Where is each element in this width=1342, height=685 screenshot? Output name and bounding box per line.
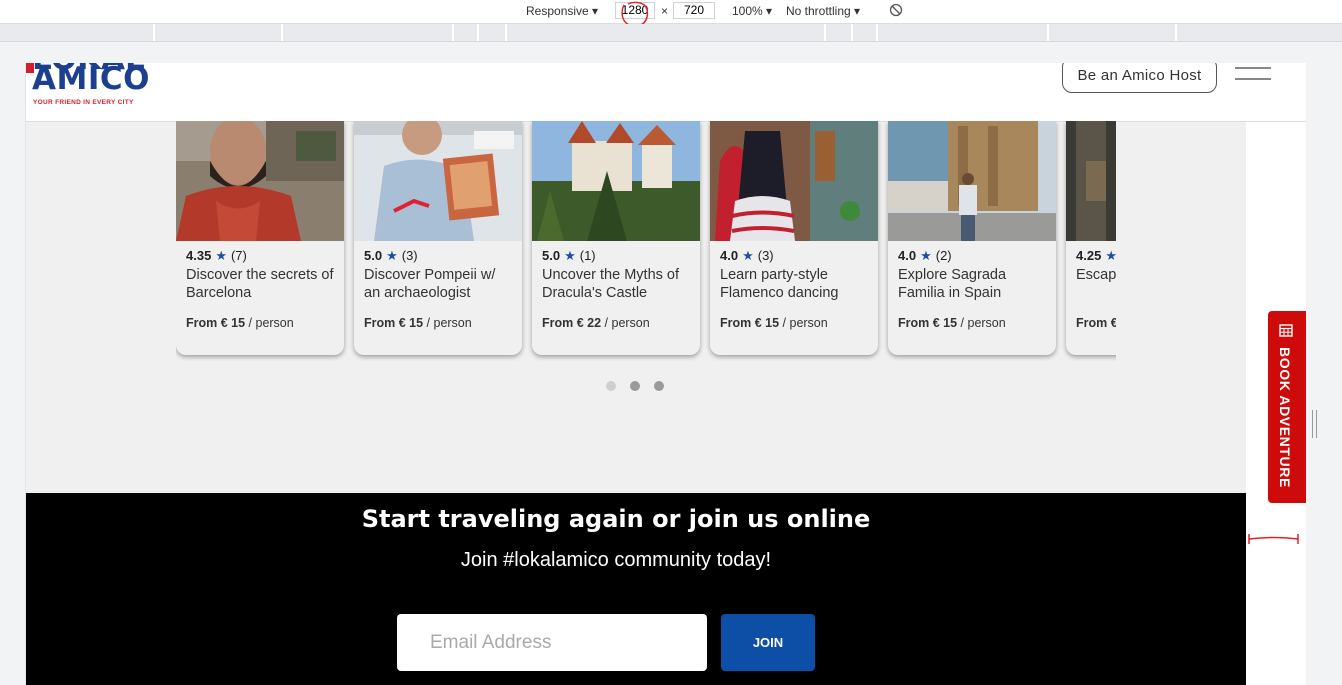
experience-photo: [354, 121, 522, 241]
star-icon: ★: [920, 248, 932, 263]
experience-photo: [710, 121, 878, 241]
media-query-ruler: [0, 24, 1342, 42]
zoom-label: 100%: [732, 4, 763, 18]
throttling-label: No throttling: [786, 4, 851, 18]
hamburger-menu-icon[interactable]: [1235, 67, 1271, 81]
experience-photo: [532, 121, 700, 241]
experience-card[interactable]: 4.25★ Escape Ubud, From €: [1066, 121, 1116, 355]
experience-card[interactable]: 5.0 ★ (1) Uncover the Myths of Dracula's C…: [532, 121, 700, 355]
experience-photo: [1066, 121, 1116, 241]
red-width-annotation: [1248, 534, 1299, 544]
star-icon: ★: [742, 248, 754, 263]
card-title: Learn party-style Flamenco dancing: [720, 267, 839, 301]
card-title: Discover Pompeii w/ an archaeologist: [364, 267, 496, 301]
card-rating: 4.25 ★: [1076, 248, 1116, 263]
carousel-dot[interactable]: [654, 381, 664, 391]
star-icon: ★: [564, 248, 576, 263]
viewport-resize-handle[interactable]: [1312, 410, 1317, 438]
carousel-dot[interactable]: [606, 381, 616, 391]
be-an-amico-host-button[interactable]: Be an Amico Host: [1062, 63, 1217, 93]
devtools-device-toolbar: Responsive ▾ × 100% ▾ No throttling ▾: [0, 0, 1342, 27]
newsletter-subtitle: Join #lokalamico community today!: [460, 549, 772, 571]
card-rating: 4.35 ★ (7): [186, 248, 247, 263]
experience-photo: [176, 121, 344, 241]
card-rating: 5.0 ★ (3): [364, 248, 418, 263]
book-adventure-label: BOOK ADVENTURE: [1277, 347, 1293, 488]
experience-carousel: 4.35 ★ (7) Discover the secrets of Barcelo…: [176, 121, 1116, 361]
card-price: From € 15 / person: [186, 316, 294, 330]
card-title: Uncover the Myths of Dracula's Castle: [542, 267, 679, 301]
device-mode-label: Responsive: [526, 4, 589, 18]
rotate-disabled-icon[interactable]: [889, 3, 903, 17]
experience-card[interactable]: 4.35 ★ (7) Discover the secrets of Barcelo…: [176, 121, 344, 355]
page-viewport: LOKAL AMICO YOUR FRIEND IN EVERY CITY Be…: [25, 63, 1306, 685]
throttling-dropdown[interactable]: No throttling ▾: [786, 4, 860, 18]
card-rating: 4.0 ★ (3): [720, 248, 774, 263]
zoom-dropdown[interactable]: 100% ▾: [732, 4, 772, 18]
viewport-height-input[interactable]: [673, 2, 715, 19]
card-rating: 4.0 ★ (2): [898, 248, 952, 263]
card-price: From € 15 / person: [364, 316, 472, 330]
dimension-separator: ×: [661, 4, 669, 18]
star-icon: ★: [215, 248, 227, 263]
calendar-icon: [1279, 324, 1293, 337]
carousel-dot[interactable]: [630, 381, 640, 391]
logo-tagline: YOUR FRIEND IN EVERY CITY: [33, 99, 134, 106]
device-mode-dropdown[interactable]: Responsive ▾: [526, 4, 598, 18]
book-adventure-tab[interactable]: BOOK ADVENTURE: [1268, 311, 1306, 503]
card-price: From € 15 / person: [898, 316, 1006, 330]
newsletter-title: Start traveling again or join us online: [361, 505, 871, 533]
newsletter-section: Start traveling again or join us online …: [26, 493, 1246, 685]
site-logo[interactable]: LOKAL AMICO YOUR FRIEND IN EVERY CITY: [26, 63, 156, 121]
experience-card[interactable]: 4.0 ★ (3) Learn party-style Flamenco danci…: [710, 121, 878, 355]
card-title: Escape Ubud,: [1076, 267, 1116, 283]
star-icon: ★: [386, 248, 398, 263]
card-title: Discover the secrets of Barcelona: [186, 267, 334, 301]
email-address-input[interactable]: [397, 614, 707, 671]
card-rating: 5.0 ★ (1): [542, 248, 596, 263]
site-header: LOKAL AMICO YOUR FRIEND IN EVERY CITY Be…: [26, 63, 1306, 122]
join-button[interactable]: JOIN: [721, 614, 815, 671]
card-price: From € 22 / person: [542, 316, 650, 330]
card-title: Explore Sagrada Familia in Spain: [898, 267, 1007, 301]
star-icon: ★: [1105, 248, 1116, 263]
experience-photo: [888, 121, 1056, 241]
experience-card[interactable]: 5.0 ★ (3) Discover Pompeii w/ an archaeolo…: [354, 121, 522, 355]
logo-wordmark: AMICO: [32, 63, 150, 97]
experience-card[interactable]: 4.0 ★ (2) Explore Sagrada Familia in Spain…: [888, 121, 1056, 355]
card-price: From €: [1076, 316, 1116, 330]
card-price: From € 15 / person: [720, 316, 828, 330]
